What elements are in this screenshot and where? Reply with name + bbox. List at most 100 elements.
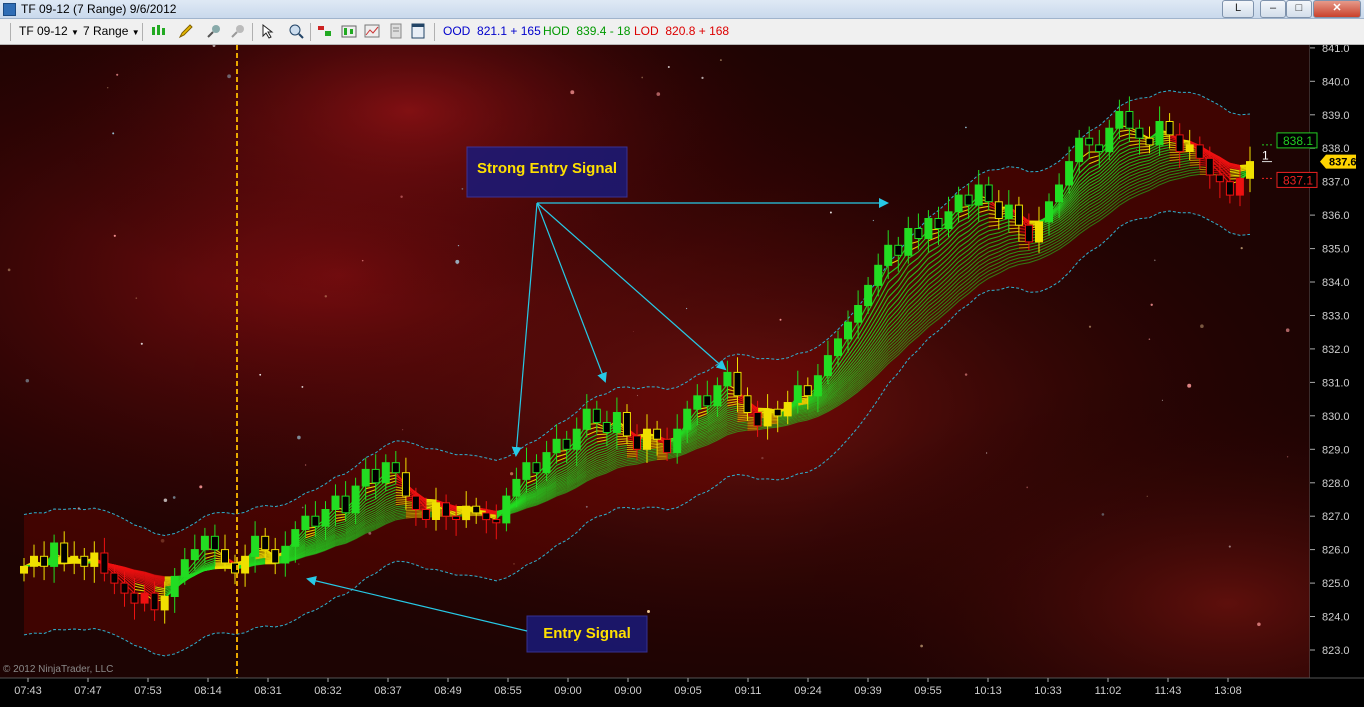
price-chart[interactable]: Strong Entry SignalEntry Signal 823.0824… [0, 45, 1364, 702]
data-box-icon[interactable] [317, 23, 333, 39]
candle-body[interactable] [1056, 185, 1063, 202]
candle-body[interactable] [262, 536, 269, 549]
candle-body[interactable] [302, 516, 309, 529]
candle-body[interactable] [855, 306, 862, 323]
candle-body[interactable] [121, 583, 128, 593]
candle-body[interactable] [945, 212, 952, 229]
candle-body[interactable] [1086, 138, 1093, 145]
candle-body[interactable] [774, 409, 781, 416]
candle-body[interactable] [885, 245, 892, 265]
candle-body[interactable] [523, 463, 530, 480]
candle-body[interactable] [483, 513, 490, 520]
candle-body[interactable] [865, 285, 872, 305]
properties-icon[interactable] [388, 23, 404, 39]
candle-body[interactable] [422, 510, 429, 520]
candle-body[interactable] [985, 185, 992, 202]
candle-body[interactable] [392, 463, 399, 473]
candle-body[interactable] [91, 553, 98, 566]
candles-icon[interactable] [341, 23, 357, 39]
bar-style-icon[interactable] [150, 23, 166, 39]
candle-body[interactable] [543, 453, 550, 473]
candle-body[interactable] [875, 265, 882, 285]
drawing-pencil-icon[interactable] [178, 23, 194, 39]
candle-body[interactable] [995, 202, 1002, 219]
candle-body[interactable] [282, 546, 289, 563]
candle-body[interactable] [473, 506, 480, 513]
candle-body[interactable] [714, 386, 721, 406]
candle-body[interactable] [1156, 122, 1163, 145]
candle-body[interactable] [161, 597, 168, 610]
candle-body[interactable] [292, 530, 299, 547]
candle-body[interactable] [503, 496, 510, 523]
candle-body[interactable] [352, 486, 359, 513]
candle-body[interactable] [794, 386, 801, 403]
candle-body[interactable] [1036, 222, 1043, 242]
candle-body[interactable] [382, 463, 389, 483]
candle-body[interactable] [814, 376, 821, 396]
candle-body[interactable] [151, 593, 158, 610]
candle-body[interactable] [433, 503, 440, 520]
candle-body[interactable] [1116, 112, 1123, 129]
candle-body[interactable] [372, 469, 379, 482]
candle-body[interactable] [211, 536, 218, 549]
candle-body[interactable] [764, 409, 771, 426]
candle-body[interactable] [1096, 145, 1103, 152]
minimize-button[interactable]: – [1260, 0, 1286, 18]
candle-body[interactable] [141, 593, 148, 603]
candle-body[interactable] [593, 409, 600, 422]
candle-body[interactable] [824, 356, 831, 376]
candle-body[interactable] [332, 496, 339, 509]
candle-body[interactable] [131, 593, 138, 603]
candle-body[interactable] [171, 576, 178, 596]
candle-body[interactable] [51, 543, 58, 566]
candle-body[interactable] [1106, 128, 1113, 151]
candle-body[interactable] [81, 556, 88, 566]
candle-body[interactable] [513, 479, 520, 496]
candle-body[interactable] [21, 566, 28, 573]
candle-body[interactable] [644, 429, 651, 449]
candle-body[interactable] [724, 372, 731, 385]
candle-body[interactable] [563, 439, 570, 449]
candle-body[interactable] [935, 219, 942, 229]
candle-body[interactable] [804, 386, 811, 396]
crosshair-icon[interactable] [230, 23, 246, 39]
candle-body[interactable] [634, 436, 641, 449]
candle-body[interactable] [181, 560, 188, 577]
chart-area[interactable]: Strong Entry SignalEntry Signal 823.0824… [0, 45, 1364, 702]
candle-body[interactable] [533, 463, 540, 473]
candle-body[interactable] [222, 550, 229, 563]
candle-body[interactable] [674, 429, 681, 452]
candle-body[interactable] [493, 520, 500, 523]
candle-body[interactable] [1216, 175, 1223, 182]
candle-body[interactable] [895, 245, 902, 255]
chart-image-icon[interactable] [364, 23, 380, 39]
candle-body[interactable] [623, 413, 630, 436]
candle-body[interactable] [1236, 178, 1243, 195]
candle-body[interactable] [573, 429, 580, 449]
candle-body[interactable] [201, 536, 208, 549]
candle-body[interactable] [61, 543, 68, 563]
candle-body[interactable] [111, 573, 118, 583]
candle-body[interactable] [322, 510, 329, 527]
candle-body[interactable] [744, 396, 751, 413]
candle-body[interactable] [101, 553, 108, 573]
candle-body[interactable] [1206, 158, 1213, 175]
candle-body[interactable] [835, 339, 842, 356]
candle-body[interactable] [453, 516, 460, 519]
candle-body[interactable] [252, 536, 259, 556]
candle-body[interactable] [845, 322, 852, 339]
candle-body[interactable] [784, 403, 791, 416]
candle-body[interactable] [664, 439, 671, 452]
candle-body[interactable] [955, 195, 962, 212]
candle-body[interactable] [704, 396, 711, 406]
candle-body[interactable] [1076, 138, 1083, 161]
candle-body[interactable] [1066, 162, 1073, 185]
candle-body[interactable] [1196, 145, 1203, 158]
candle-body[interactable] [915, 229, 922, 239]
candle-body[interactable] [734, 372, 741, 395]
candle-body[interactable] [965, 195, 972, 205]
candle-body[interactable] [1176, 135, 1183, 152]
candle-body[interactable] [41, 556, 48, 566]
zoom-icon[interactable] [288, 23, 304, 39]
candle-body[interactable] [905, 229, 912, 256]
